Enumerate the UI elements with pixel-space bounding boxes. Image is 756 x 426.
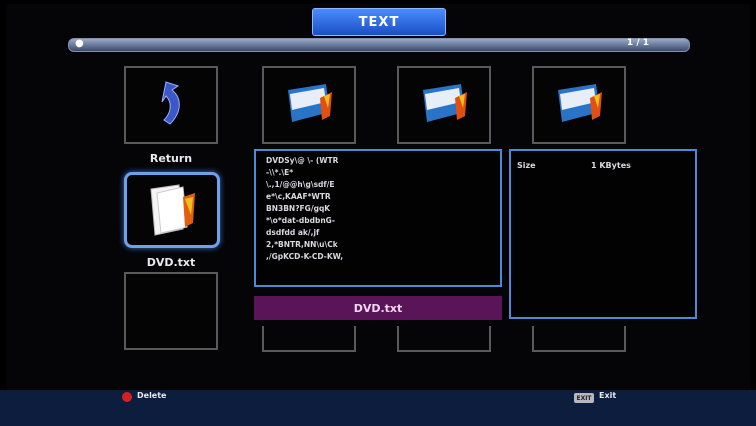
page-title: TEXT	[312, 8, 446, 36]
text-preview-panel: DVDSy\@ \- (WTR -\\*.\E* \.,1/@@h\g\sdf/…	[254, 149, 502, 287]
return-tile[interactable]	[124, 66, 218, 144]
file-info-panel: Size 1 KBytes	[509, 149, 697, 319]
preview-line: -\\*.\E*	[266, 168, 294, 177]
preview-line: \.,1/@@h\g\sdf/E	[266, 180, 335, 189]
folder-icon	[423, 84, 467, 122]
return-label: Return	[149, 152, 193, 165]
size-label: Size	[517, 161, 536, 170]
text-file-icon	[150, 184, 195, 236]
red-key-icon	[122, 392, 132, 402]
folder-tile[interactable]	[397, 326, 491, 352]
disc-icon: ●	[75, 38, 84, 49]
folder-icon	[558, 84, 602, 122]
path-bar: ● 1 / 1	[68, 38, 690, 52]
filename-bar: DVD.txt	[254, 296, 502, 320]
selected-file-label: DVD.txt	[146, 256, 196, 269]
folder-tile[interactable]	[532, 326, 626, 352]
preview-line: 2,*BNTR,NN\u\Ck	[266, 240, 338, 249]
page-indicator: 1 / 1	[626, 38, 649, 48]
folder-tile[interactable]	[262, 326, 356, 352]
preview-line: BN3BN?FG/gqK	[266, 204, 331, 213]
preview-line: dsdfdd ak/,jf	[266, 228, 320, 237]
folder-tile[interactable]	[262, 66, 356, 144]
folder-tile[interactable]	[397, 66, 491, 144]
empty-tile[interactable]	[124, 272, 218, 350]
preview-line: ,/GpKCD-K-CD-KW,	[266, 252, 344, 261]
text-file-tile[interactable]	[124, 172, 220, 248]
preview-line: DVDSy\@ \- (WTR	[266, 156, 339, 165]
exit-hint[interactable]: Exit	[599, 391, 616, 400]
size-value: 1 KBytes	[591, 161, 631, 170]
return-arrow-icon	[161, 81, 180, 125]
preview-line: e*\c,KAAF*WTR	[266, 192, 331, 201]
exit-key-icon: EXIT	[574, 393, 594, 403]
folder-tile[interactable]	[532, 66, 626, 144]
folder-icon	[288, 84, 332, 122]
preview-line: *\o*dat-dbdbnG-	[266, 216, 335, 225]
footer-bar	[0, 390, 756, 426]
delete-hint[interactable]: Delete	[137, 391, 166, 400]
